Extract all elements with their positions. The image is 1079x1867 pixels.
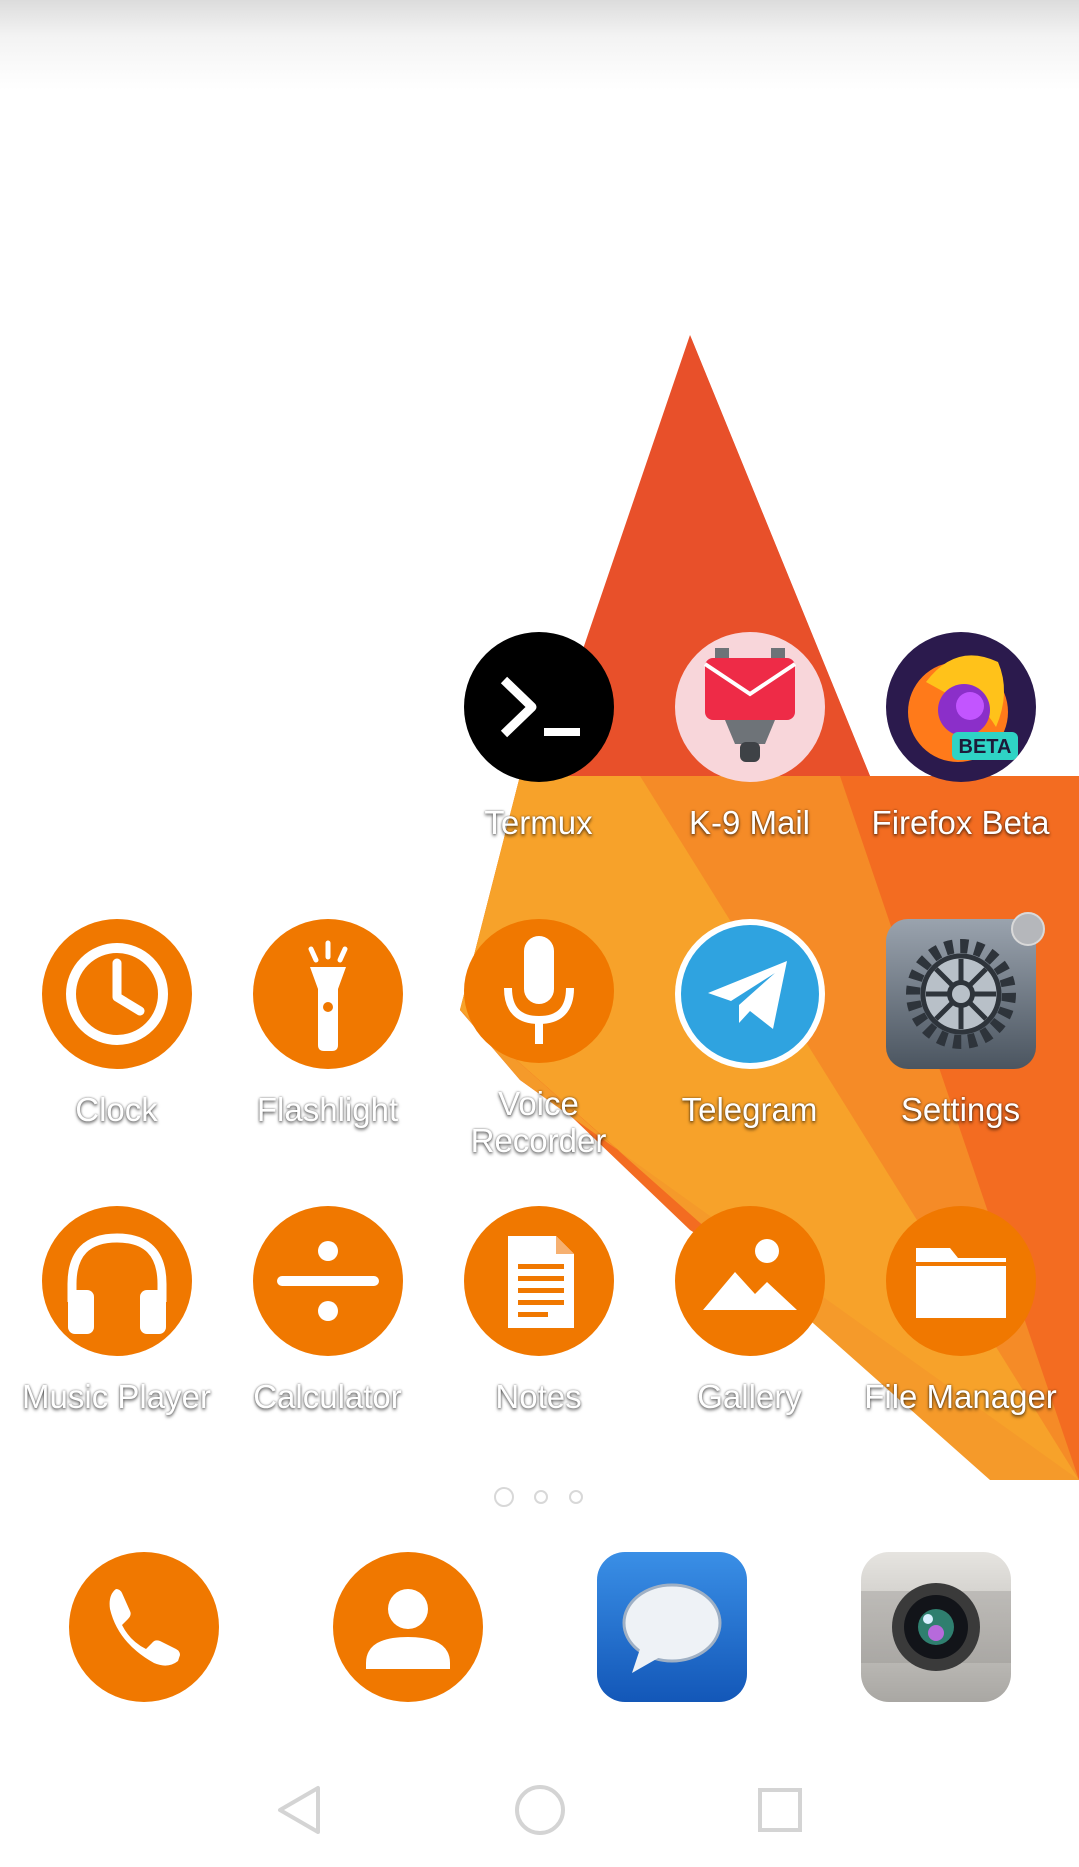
navigation-bar — [0, 1760, 1079, 1867]
app-firefox-beta[interactable]: BETA Firefox Beta — [855, 632, 1066, 872]
app-label: Settings — [900, 1091, 1021, 1128]
firefox-icon: BETA — [885, 632, 1036, 782]
page-dot[interactable] — [534, 1490, 548, 1504]
app-label: File Manager — [864, 1378, 1057, 1415]
app-label: Notes — [495, 1378, 582, 1415]
k9-mail-icon — [674, 632, 825, 782]
recents-icon[interactable] — [750, 1780, 810, 1840]
page-indicator — [0, 1484, 1079, 1508]
app-notes[interactable]: Notes — [433, 1206, 644, 1446]
messages-icon — [597, 1552, 747, 1702]
app-label: Voice Recorder — [470, 1085, 607, 1159]
microphone-icon — [463, 919, 614, 1063]
divide-icon — [252, 1206, 403, 1356]
dock-messages[interactable] — [596, 1551, 748, 1703]
contacts-icon — [333, 1552, 483, 1702]
app-flashlight[interactable]: Flashlight — [222, 919, 433, 1159]
dock-contacts[interactable] — [332, 1551, 484, 1703]
app-label: Gallery — [697, 1378, 802, 1415]
app-music-player[interactable]: Music Player — [11, 1206, 222, 1446]
page-dot[interactable] — [569, 1490, 583, 1504]
app-clock[interactable]: Clock — [11, 919, 222, 1159]
app-gallery[interactable]: Gallery — [644, 1206, 855, 1446]
app-voice-recorder[interactable]: Voice Recorder — [433, 919, 644, 1159]
dock-phone[interactable] — [68, 1551, 220, 1703]
flashlight-icon — [252, 919, 403, 1069]
document-icon — [463, 1206, 614, 1356]
app-label: Clock — [75, 1091, 158, 1128]
telegram-icon — [674, 919, 825, 1069]
terminal-icon — [463, 632, 614, 782]
gear-icon — [885, 919, 1036, 1069]
notification-badge — [1011, 912, 1045, 946]
app-label: Music Player — [22, 1378, 211, 1415]
app-termux[interactable]: Termux — [433, 632, 644, 872]
page-dot-current[interactable] — [494, 1487, 514, 1507]
headphones-icon — [41, 1206, 192, 1356]
camera-icon — [861, 1552, 1011, 1702]
app-label: Flashlight — [256, 1091, 399, 1128]
app-label: Termux — [484, 804, 593, 841]
back-icon[interactable] — [270, 1780, 330, 1840]
image-icon — [674, 1206, 825, 1356]
home-icon[interactable] — [510, 1780, 570, 1840]
clock-icon — [41, 919, 192, 1069]
app-settings[interactable]: Settings — [855, 919, 1066, 1159]
app-label: Firefox Beta — [871, 804, 1050, 841]
dock-camera[interactable] — [860, 1551, 1012, 1703]
app-telegram[interactable]: Telegram — [644, 919, 855, 1159]
phone-icon — [69, 1552, 219, 1702]
app-label: Telegram — [681, 1091, 818, 1128]
app-label: K-9 Mail — [688, 804, 811, 841]
status-bar — [0, 0, 1079, 90]
folder-icon — [885, 1206, 1036, 1356]
app-calculator[interactable]: Calculator — [222, 1206, 433, 1446]
app-file-manager[interactable]: File Manager — [855, 1206, 1066, 1446]
beta-badge-text: BETA — [958, 736, 1011, 758]
app-label: Calculator — [253, 1378, 402, 1415]
app-k9-mail[interactable]: K-9 Mail — [644, 632, 855, 872]
